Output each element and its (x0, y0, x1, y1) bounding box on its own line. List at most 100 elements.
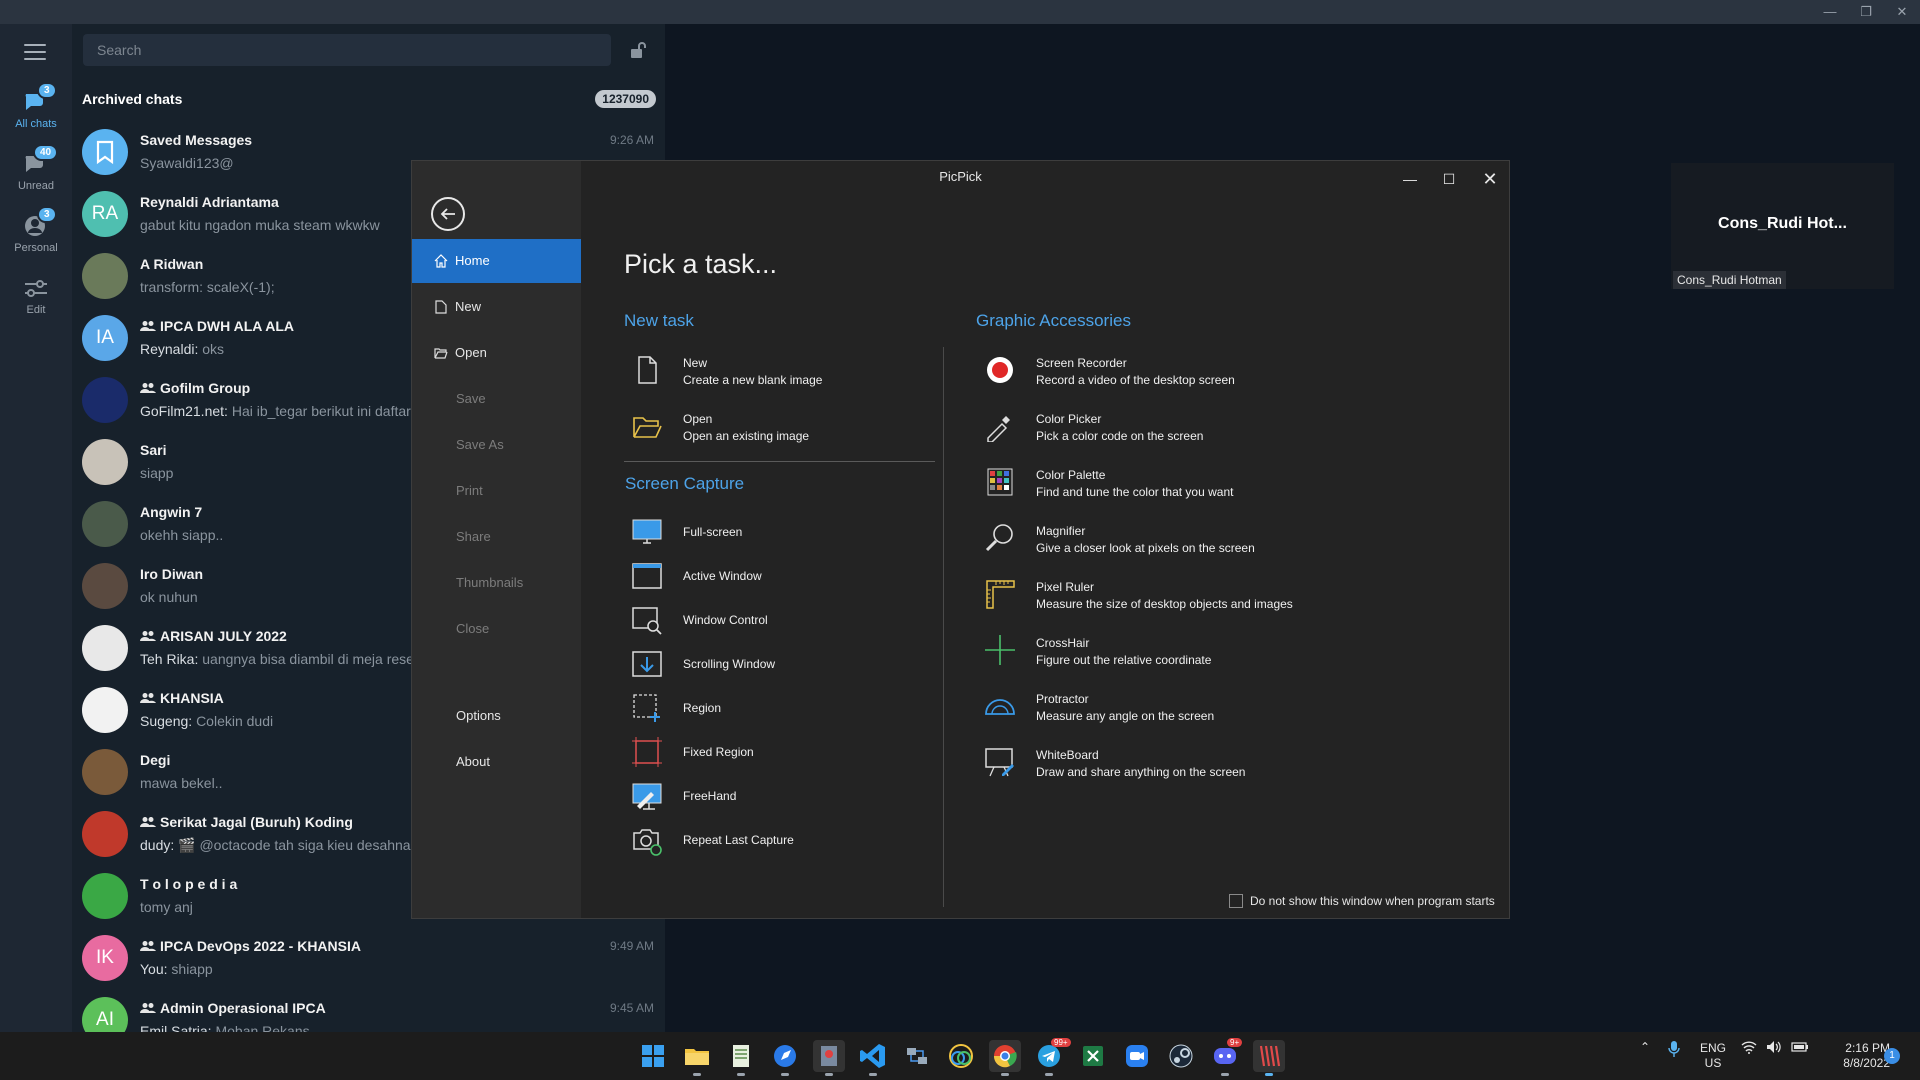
message-text: okehh siapp.. (140, 527, 224, 543)
notepad-icon[interactable] (725, 1040, 757, 1076)
dialog-close-button[interactable]: ✕ (1472, 165, 1508, 193)
task-name: Magnifier (1036, 524, 1086, 538)
battery-icon[interactable] (1791, 1040, 1809, 1057)
capture-freehand[interactable]: FreeHand (631, 780, 921, 820)
task-desc: Give a closer look at pixels on the scre… (1036, 541, 1255, 555)
chat-time: 9:45 AM (609, 1001, 654, 1015)
message-text: 🎬 @octacode tah siga kieu desahna p (178, 837, 423, 853)
capture-full-screen[interactable]: Full-screen (631, 516, 921, 556)
picpick-sidebar: Home New Open Save Save As Print Share T… (412, 161, 581, 918)
folder-all-chats[interactable]: 3 All chats (0, 82, 72, 144)
tool-crosshair[interactable]: CrossHair Figure out the relative coordi… (984, 634, 1404, 674)
archived-chats-title: Archived chats (82, 91, 183, 107)
capture-window-control[interactable]: Window Control (631, 604, 921, 644)
nav-home[interactable]: Home (412, 239, 581, 283)
winrar-icon[interactable] (1253, 1040, 1285, 1076)
back-arrow-icon[interactable] (431, 197, 465, 231)
tool-color-palette[interactable]: Color Palette Find and tune the color th… (984, 466, 1404, 506)
network-tool-icon[interactable] (901, 1040, 933, 1072)
microphone-icon[interactable] (1667, 1040, 1681, 1061)
task-desc: Find and tune the color that you want (1036, 485, 1234, 499)
close-button[interactable]: ✕ (1884, 2, 1920, 22)
nav-share: Share (456, 529, 491, 544)
message-sender: GoFilm21.net: (140, 403, 228, 419)
search-input[interactable]: Search (83, 34, 611, 66)
nav-about[interactable]: About (412, 740, 581, 784)
vscode-icon[interactable] (857, 1040, 889, 1076)
edge-style-icon[interactable] (945, 1040, 977, 1072)
volume-icon[interactable] (1766, 1040, 1782, 1057)
chat-avatar (82, 625, 128, 671)
capture-repeat-last[interactable]: Repeat Last Capture (631, 824, 921, 864)
start-windows-icon[interactable] (637, 1040, 669, 1072)
chat-name-text: Gofilm Group (160, 380, 251, 396)
chat-name: A Ridwan (140, 256, 203, 272)
file-explorer-icon[interactable] (681, 1040, 713, 1076)
folder-label: All chats (15, 118, 57, 130)
capture-fixed-region[interactable]: Fixed Region (631, 736, 921, 776)
task-name: Repeat Last Capture (683, 833, 794, 847)
task-name: Pixel Ruler (1036, 580, 1095, 594)
dialog-minimize-button[interactable]: — (1392, 165, 1428, 193)
task-desc: Measure the size of desktop objects and … (1036, 597, 1293, 611)
nav-open[interactable]: Open (412, 331, 581, 375)
folder-edit[interactable]: Edit (0, 270, 72, 330)
nav-save-as: Save As (456, 437, 504, 452)
group-icon (140, 1003, 156, 1013)
input-language[interactable]: ENG US (1700, 1041, 1726, 1071)
camera-repeat-icon (633, 829, 662, 856)
chat-name-text: Sari (140, 442, 167, 458)
chat-list-item[interactable]: IK IPCA DevOps 2022 - KHANSIA You: shiapp 9… (72, 928, 665, 990)
video-call-window[interactable]: Cons_Rudi Hot... Cons_Rudi Hotman (1671, 163, 1894, 289)
telegram-badge: 99+ (1051, 1038, 1071, 1047)
capture-active-window[interactable]: Active Window (631, 560, 921, 600)
steam-icon[interactable] (1165, 1040, 1197, 1072)
excel-icon[interactable] (1077, 1040, 1109, 1072)
palette-grid-icon (987, 468, 1013, 496)
region-select-icon (633, 694, 660, 722)
open-folder-icon (633, 417, 662, 438)
chat-time: 9:49 AM (609, 939, 654, 953)
tool-magnifier[interactable]: Magnifier Give a closer look at pixels o… (984, 522, 1404, 562)
crosshair-icon (985, 635, 1015, 665)
folder-unread[interactable]: 40 Unread (0, 144, 72, 206)
archived-chats-row[interactable]: Archived chats 1237090 (82, 84, 656, 116)
nav-options[interactable]: Options (412, 694, 581, 738)
chrome-icon[interactable] (989, 1040, 1021, 1076)
capture-scrolling-window[interactable]: Scrolling Window (631, 648, 921, 688)
system-clock[interactable]: 2:16 PM 8/8/2022 (1820, 1041, 1890, 1071)
tool-whiteboard[interactable]: WhiteBoard Draw and share anything on th… (984, 746, 1404, 786)
hamburger-menu-icon[interactable] (24, 44, 46, 60)
task-open[interactable]: Open Open an existing image (631, 410, 921, 450)
minimize-button[interactable]: — (1812, 2, 1848, 22)
dialog-maximize-button[interactable]: ☐ (1431, 165, 1467, 193)
picpick-taskbar-icon[interactable] (813, 1040, 845, 1076)
fixed-region-icon (632, 737, 662, 767)
lock-icon[interactable] (628, 40, 648, 60)
nav-new[interactable]: New (412, 285, 581, 329)
folder-label: Personal (14, 242, 58, 254)
tool-color-picker[interactable]: Color Picker Pick a color code on the sc… (984, 410, 1404, 450)
show-hidden-icons-chevron-icon[interactable]: ⌃ (1640, 1040, 1650, 1054)
zoom-icon[interactable] (1121, 1040, 1153, 1072)
capture-region[interactable]: Region (631, 692, 921, 732)
task-desc: Draw and share anything on the screen (1036, 765, 1246, 779)
nav-label: Open (455, 345, 487, 360)
notification-badge[interactable]: 1 (1884, 1048, 1900, 1064)
wifi-icon[interactable] (1741, 1040, 1757, 1057)
tool-screen-recorder[interactable]: Screen Recorder Record a video of the de… (984, 354, 1404, 394)
discord-icon[interactable]: 9+ (1209, 1038, 1243, 1076)
call-title: Cons_Rudi Hot... (1718, 215, 1847, 232)
tool-protractor[interactable]: Protractor Measure any angle on the scre… (984, 690, 1404, 730)
chat-list-item[interactable]: AI Admin Operasional IPCA Emil Satria: Mob… (72, 990, 665, 1032)
dont-show-checkbox[interactable] (1229, 894, 1243, 908)
task-new[interactable]: New Create a new blank image (631, 354, 921, 394)
chat-name-text: IPCA DWH ALA ALA (160, 318, 295, 334)
browser-compass-icon[interactable] (769, 1040, 801, 1076)
chat-name-text: Iro Diwan (140, 566, 204, 582)
restore-button[interactable]: ❐ (1848, 2, 1884, 22)
telegram-icon[interactable]: 99+ (1033, 1038, 1071, 1076)
region-code: US (1704, 1056, 1722, 1070)
folder-personal[interactable]: 3 Personal (0, 206, 72, 268)
tool-pixel-ruler[interactable]: Pixel Ruler Measure the size of desktop … (984, 578, 1404, 618)
